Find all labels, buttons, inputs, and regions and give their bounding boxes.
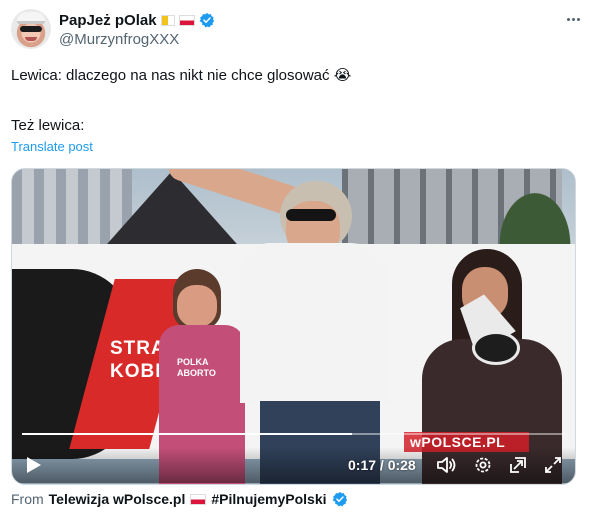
shirt-text-line-2: ABORTO bbox=[177, 368, 216, 378]
avatar[interactable] bbox=[11, 9, 51, 49]
translate-post-link[interactable]: Translate post bbox=[11, 139, 93, 154]
verified-badge-icon bbox=[199, 13, 214, 28]
avatar-hat bbox=[17, 12, 45, 24]
play-icon[interactable] bbox=[24, 447, 44, 483]
volume-icon[interactable] bbox=[436, 447, 458, 483]
shirt-text: POLKA ABORTO bbox=[177, 357, 216, 379]
poland-flag-icon bbox=[190, 493, 207, 505]
verified-badge-icon bbox=[332, 492, 347, 507]
fullscreen-icon[interactable] bbox=[542, 447, 564, 483]
vatican-flag-icon bbox=[160, 14, 175, 26]
video-time-display: 0:17 / 0:28 bbox=[348, 457, 416, 473]
more-options-icon[interactable] bbox=[561, 9, 585, 29]
poland-flag-icon bbox=[178, 14, 195, 26]
picture-in-picture-icon[interactable] bbox=[507, 447, 529, 483]
attribution-source-link[interactable]: Telewizja wPolsce.pl bbox=[49, 491, 186, 507]
video-progress-fill bbox=[22, 433, 352, 435]
author-name-row[interactable]: PapJeż pOlak bbox=[59, 11, 215, 29]
video-player[interactable]: STRA KOBI POLKA ABORTO wPOLSCE.PL 0:17 /… bbox=[11, 168, 576, 485]
avatar-glasses bbox=[20, 26, 42, 32]
avatar-mouth bbox=[25, 37, 37, 41]
shirt-text-line-1: POLKA bbox=[177, 357, 209, 367]
video-attribution: From Telewizja wPolsce.pl #PilnujemyPols… bbox=[11, 491, 348, 507]
post-text-line-1: Lewica: dlaczego na nas nikt nie chce gl… bbox=[11, 67, 352, 84]
post-text-line-2: Też lewica: bbox=[11, 117, 85, 134]
video-controls: 0:17 / 0:28 bbox=[12, 447, 575, 483]
settings-gear-icon[interactable] bbox=[472, 447, 494, 483]
video-person-center bbox=[164, 169, 400, 484]
author-display-name[interactable]: PapJeż pOlak bbox=[59, 12, 157, 29]
attribution-hashtag-link[interactable]: #PilnujemyPolski bbox=[211, 491, 326, 507]
megaphone-icon bbox=[450, 291, 522, 365]
video-progress-bar[interactable] bbox=[22, 433, 565, 435]
attribution-prefix: From bbox=[11, 491, 44, 507]
author-handle[interactable]: @MurzynfrogXXX bbox=[59, 31, 179, 48]
